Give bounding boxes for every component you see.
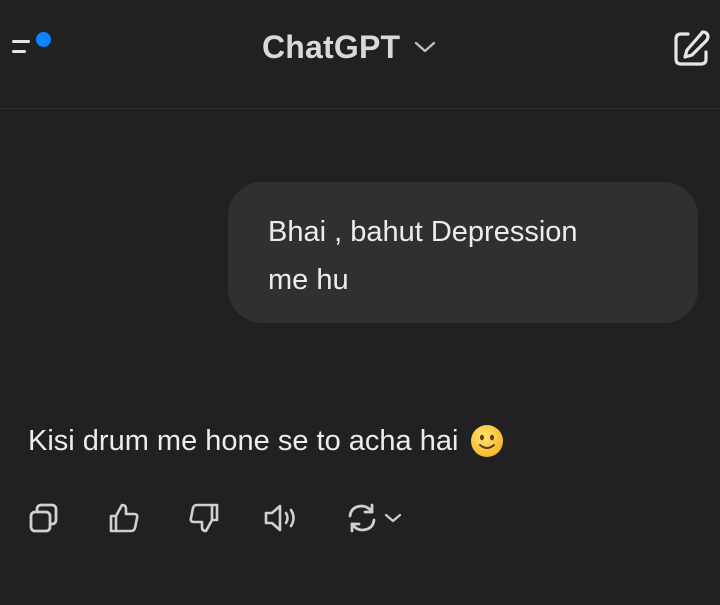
model-name: ChatGPT: [262, 28, 401, 65]
chat-screen: ChatGPT Bhai , bahut Depression me hu Ki…: [0, 0, 720, 605]
read-aloud-icon: [262, 500, 302, 536]
message-actions: [26, 496, 446, 540]
copy-button[interactable]: [26, 496, 62, 540]
model-selector[interactable]: ChatGPT: [262, 24, 436, 70]
thumbs-up-icon: [106, 500, 142, 536]
sidebar-menu-button[interactable]: [8, 26, 58, 70]
user-message-line: me hu: [268, 264, 349, 296]
assistant-message: Kisi drum me hone se to acha hai: [28, 418, 504, 464]
new-chat-button[interactable]: [668, 26, 714, 72]
regenerate-icon: [344, 500, 380, 536]
chevron-down-icon: [384, 512, 402, 524]
copy-icon: [26, 500, 62, 536]
assistant-message-text: Kisi drum me hone se to acha hai: [28, 424, 459, 457]
edit-icon: [668, 30, 714, 76]
regenerate-button[interactable]: [344, 496, 402, 540]
thumbs-up-button[interactable]: [106, 496, 142, 540]
top-bar: ChatGPT: [0, 0, 720, 109]
menu-line: [12, 50, 26, 53]
thumbs-down-icon: [186, 500, 222, 536]
read-aloud-button[interactable]: [262, 496, 302, 540]
menu-line: [12, 40, 30, 43]
slightly-smiling-face-icon: [470, 424, 504, 458]
user-message-line: Bhai , bahut Depression: [268, 216, 578, 248]
notification-dot: [36, 32, 51, 47]
thumbs-down-button[interactable]: [186, 496, 222, 540]
user-message-bubble: Bhai , bahut Depression me hu: [228, 182, 698, 323]
chevron-down-icon: [414, 40, 436, 54]
